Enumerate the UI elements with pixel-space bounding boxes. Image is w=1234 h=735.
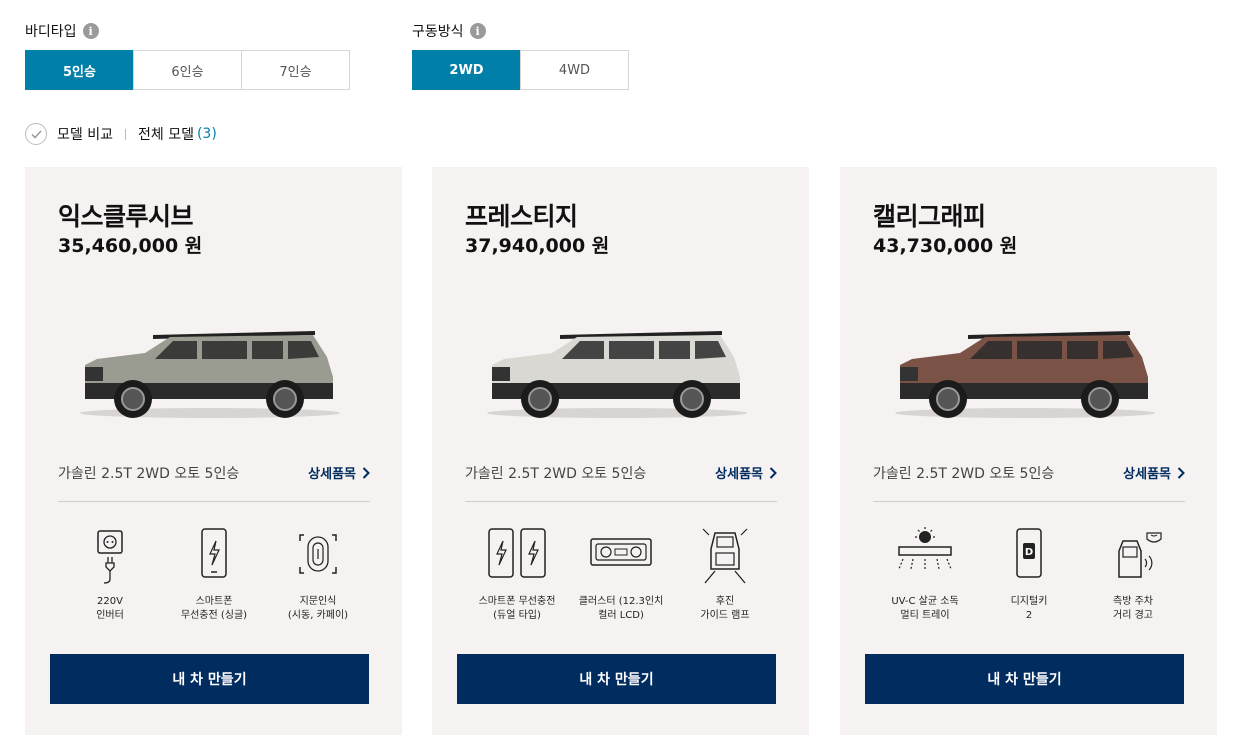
feature-list: UV-C 살균 소독 멀티 트레이 D 디지털키 2 측방 주차 거리 경고 xyxy=(873,527,1185,623)
option-7-seat[interactable]: 7인승 xyxy=(241,50,350,90)
drive-options: 2WD 4WD xyxy=(412,50,629,90)
trim-price: 37,940,000 원 xyxy=(465,235,610,257)
trim-price: 43,730,000 원 xyxy=(873,235,1018,257)
trim-card: 익스클루시브 35,460,000 원 가솔린 2.5T 2WD 오토 5인승 … xyxy=(25,167,402,735)
car-image xyxy=(487,331,747,418)
divider xyxy=(465,501,777,502)
detail-link[interactable]: 상세품목 xyxy=(1123,463,1185,482)
build-my-car-button[interactable]: 내 차 만들기 xyxy=(865,654,1184,704)
cluster-icon xyxy=(590,538,652,566)
compare-checkbox[interactable] xyxy=(25,123,47,145)
detail-link[interactable]: 상세품목 xyxy=(715,463,777,482)
trim-price: 35,460,000 원 xyxy=(58,235,203,257)
feature-label: 지문인식 (시동, 카페이) xyxy=(287,596,349,621)
trim-card: 프레스티지 37,940,000 원 가솔린 2.5T 2WD 오토 5인승 상… xyxy=(432,167,809,735)
uv-tray-icon xyxy=(898,527,952,570)
outlet-icon xyxy=(97,530,123,584)
dual-phone-charge-icon xyxy=(488,528,546,578)
drive-title: 구동방식 xyxy=(412,24,464,40)
divider xyxy=(58,501,370,502)
feature-item: 지문인식 (시동, 카페이) xyxy=(268,527,368,623)
feature-item: 측방 주차 거리 경고 xyxy=(1083,527,1183,623)
compare-row: 모델 비교 전체 모델 (3) xyxy=(25,123,217,145)
fingerprint-icon xyxy=(299,534,337,574)
chevron-right-icon xyxy=(1177,466,1185,479)
divider xyxy=(124,128,126,140)
body-type-title: 바디타입 xyxy=(25,24,77,40)
side-parking-warning-icon xyxy=(1118,532,1162,578)
trim-spec: 가솔린 2.5T 2WD 오토 5인승 xyxy=(58,466,240,482)
feature-label: 스마트폰 무선충전 (듀얼 타입) xyxy=(478,596,556,621)
feature-label: 후진 가이드 램프 xyxy=(700,596,750,621)
feature-item: 클러스터 (12.3인치 컬러 LCD) xyxy=(571,527,671,623)
car-image xyxy=(895,331,1155,418)
trim-card: 캘리그래피 43,730,000 원 가솔린 2.5T 2WD 오토 5인승 상… xyxy=(840,167,1217,735)
check-icon xyxy=(30,129,42,139)
feature-label: 디지털키 2 xyxy=(1010,596,1048,621)
all-models-label[interactable]: 전체 모델 xyxy=(138,124,194,144)
body-type-options: 5인승 6인승 7인승 xyxy=(25,50,350,90)
trim-name: 익스클루시브 xyxy=(58,202,194,231)
feature-list: 스마트폰 무선충전 (듀얼 타입) 클러스터 (12.3인치 컬러 LCD) 후진 … xyxy=(465,527,777,623)
feature-list: 220V 인버터 스마트폰 무선충전 (싱글) 지문인식 (시동, 카페이) xyxy=(58,527,370,623)
chevron-right-icon xyxy=(362,466,370,479)
build-my-car-button[interactable]: 내 차 만들기 xyxy=(457,654,776,704)
option-2wd[interactable]: 2WD xyxy=(412,50,521,90)
feature-item: UV-C 살균 소독 멀티 트레이 xyxy=(875,527,975,623)
drive-filter: 구동방식 i 2WD 4WD xyxy=(412,20,629,90)
svg-text:D: D xyxy=(1025,547,1033,558)
digital-key-icon: D xyxy=(1016,528,1042,578)
feature-label: 클러스터 (12.3인치 컬러 LCD) xyxy=(578,596,664,621)
detail-link[interactable]: 상세품목 xyxy=(308,463,370,482)
feature-item: 스마트폰 무선충전 (듀얼 타입) xyxy=(467,527,567,623)
feature-label: 220V 인버터 xyxy=(96,596,124,621)
chevron-right-icon xyxy=(769,466,777,479)
divider xyxy=(873,501,1185,502)
rear-guide-lamp-icon xyxy=(702,528,748,584)
feature-label: 스마트폰 무선충전 (싱글) xyxy=(180,596,248,621)
trim-name: 캘리그래피 xyxy=(873,202,986,231)
info-icon[interactable]: i xyxy=(82,23,99,39)
trim-name: 프레스티지 xyxy=(465,202,578,231)
feature-item: D 디지털키 2 xyxy=(979,527,1079,623)
compare-label[interactable]: 모델 비교 xyxy=(57,124,113,144)
feature-label: UV-C 살균 소독 멀티 트레이 xyxy=(891,596,959,621)
feature-label: 측방 주차 거리 경고 xyxy=(1113,596,1153,621)
option-6-seat[interactable]: 6인승 xyxy=(133,50,242,90)
trim-spec: 가솔린 2.5T 2WD 오토 5인승 xyxy=(465,466,647,482)
model-count: (3) xyxy=(196,126,217,142)
info-icon[interactable]: i xyxy=(469,23,486,39)
body-type-filter: 바디타입 i 5인승 6인승 7인승 xyxy=(25,20,350,90)
phone-charge-icon xyxy=(201,528,227,578)
option-5-seat[interactable]: 5인승 xyxy=(25,50,134,90)
build-my-car-button[interactable]: 내 차 만들기 xyxy=(50,654,369,704)
feature-item: 후진 가이드 램프 xyxy=(675,527,775,623)
feature-item: 스마트폰 무선충전 (싱글) xyxy=(164,527,264,623)
car-image xyxy=(80,331,340,418)
trim-spec: 가솔린 2.5T 2WD 오토 5인승 xyxy=(873,466,1055,482)
option-4wd[interactable]: 4WD xyxy=(520,50,629,90)
feature-item: 220V 인버터 xyxy=(60,527,160,623)
